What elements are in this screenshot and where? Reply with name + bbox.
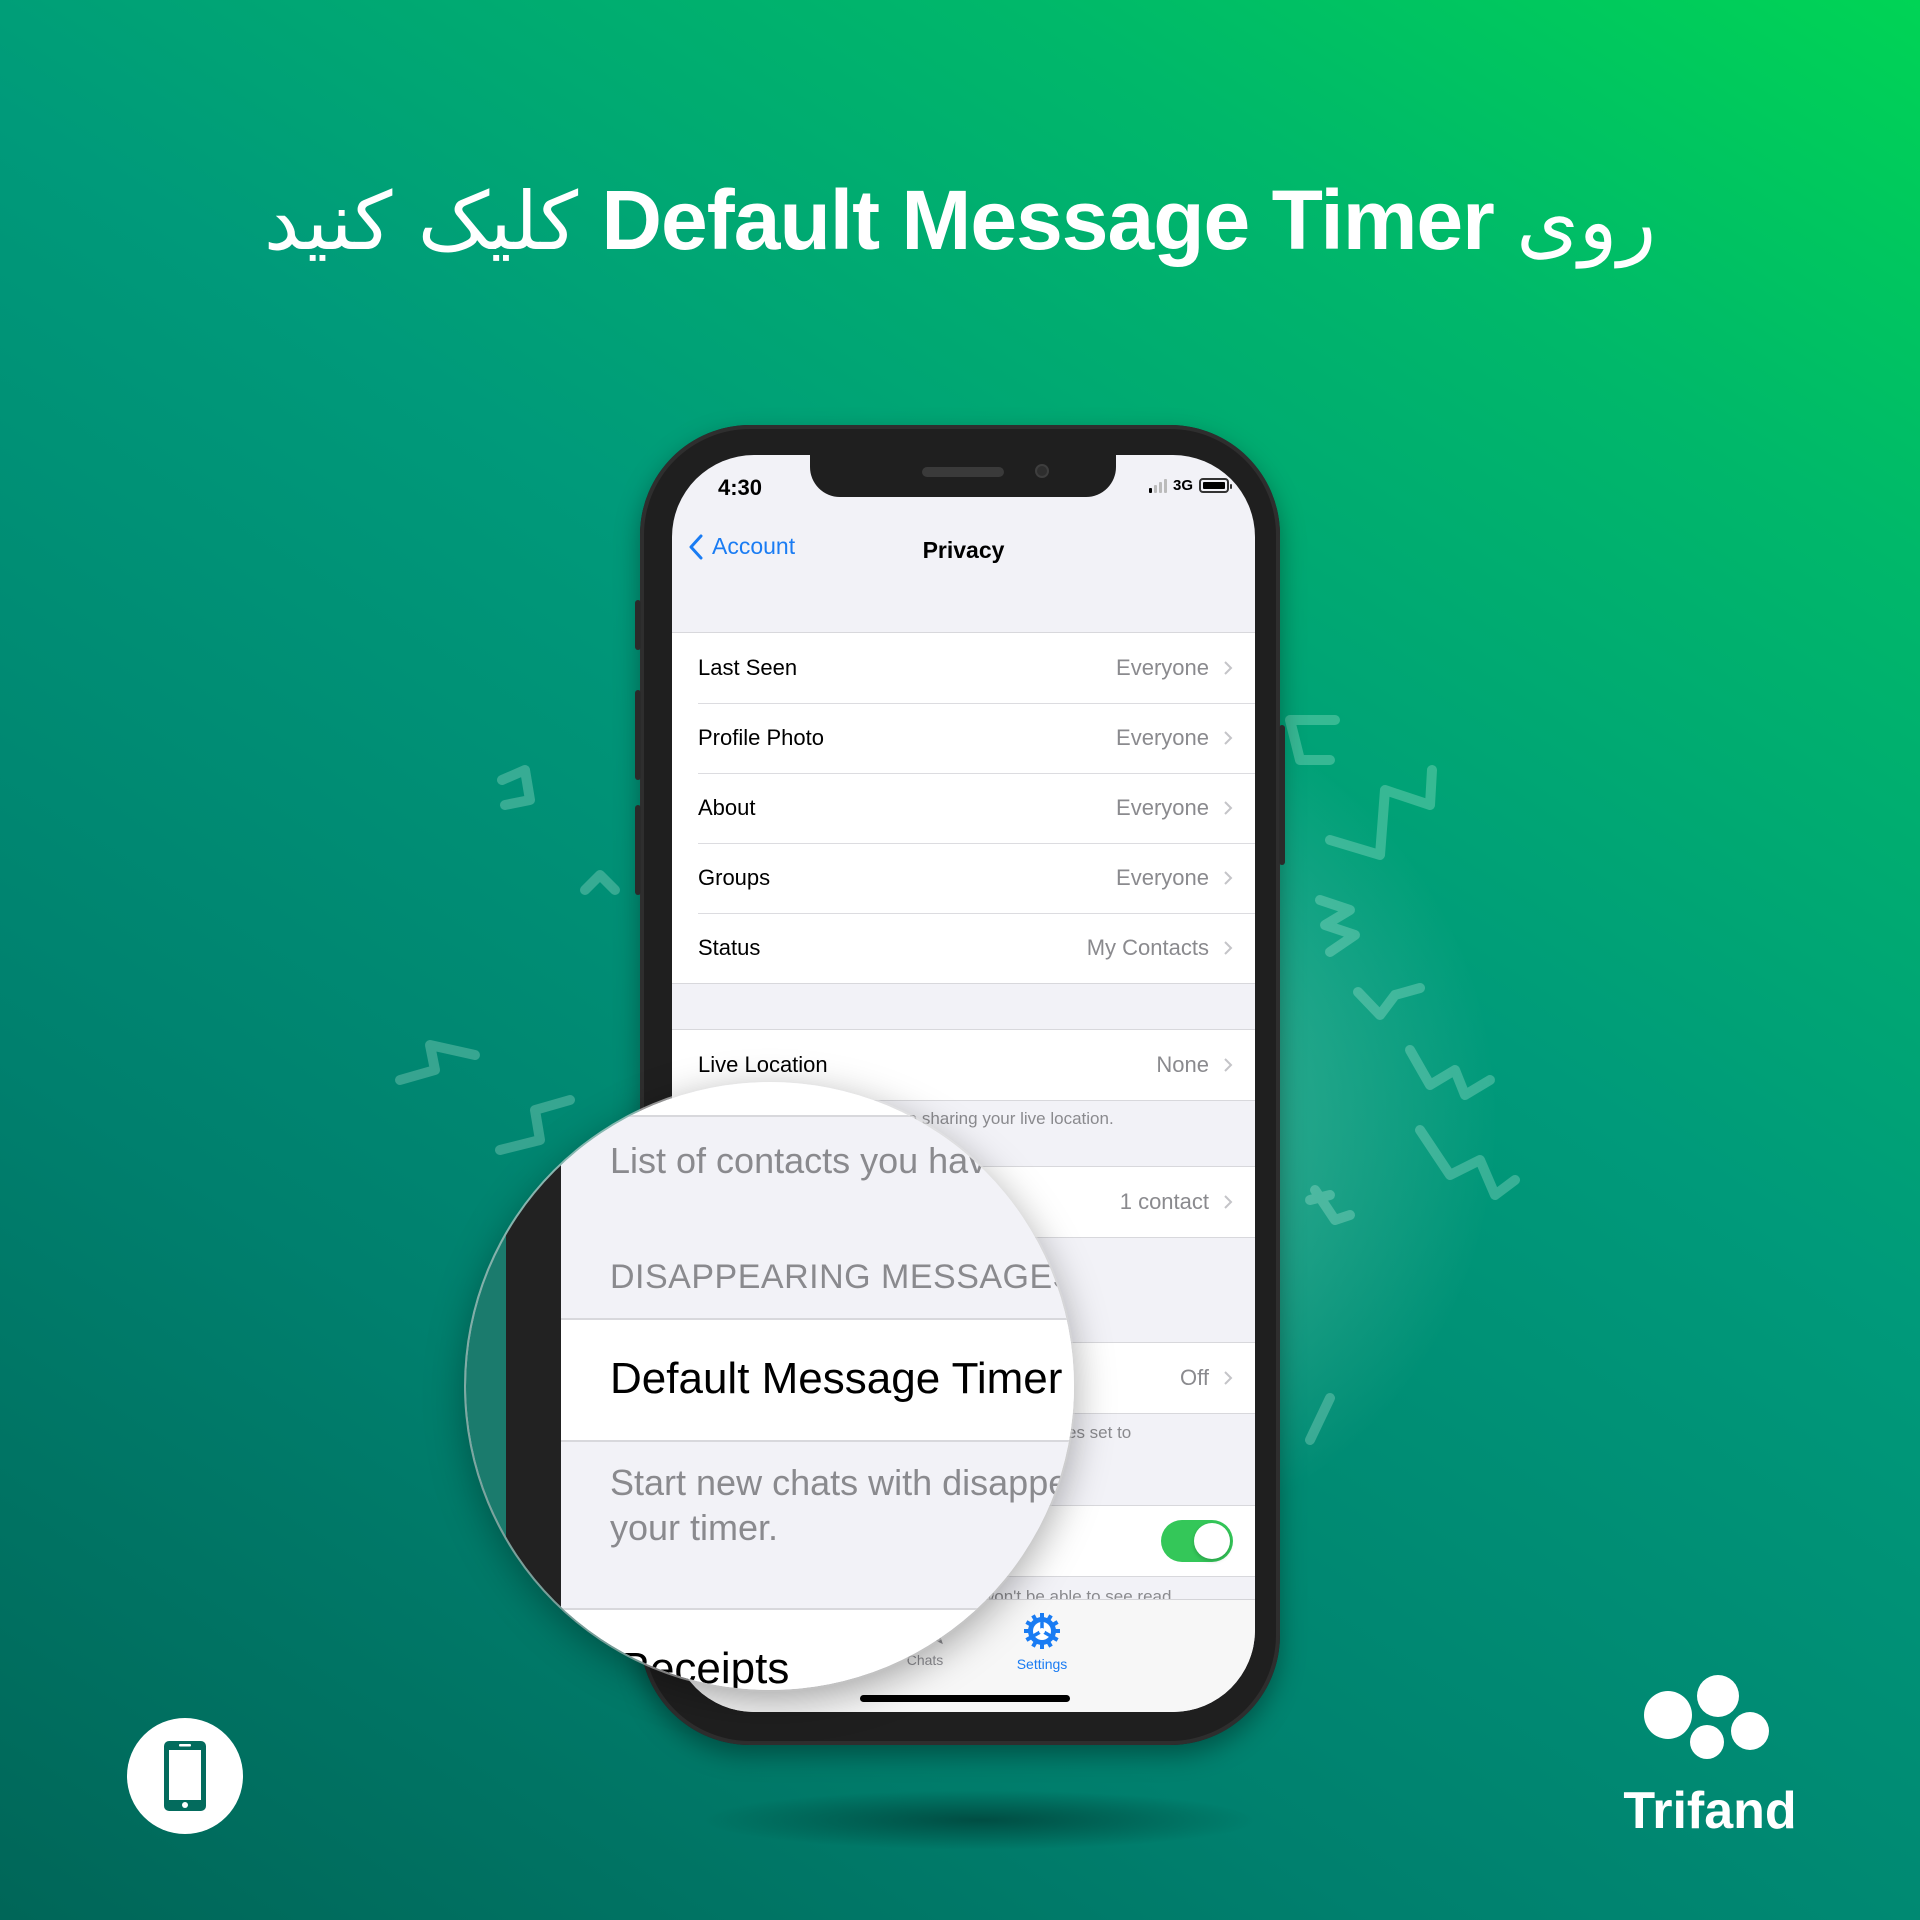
network-type: 3G	[1172, 477, 1193, 494]
row-value: Everyone	[1116, 725, 1209, 750]
chevron-right-icon	[1224, 941, 1233, 955]
magnified-default-timer-row[interactable]: Default Message Timer	[561, 1318, 1074, 1442]
chevron-right-icon	[1224, 661, 1233, 675]
status-time: 4:30	[718, 475, 763, 500]
squiggle-decoration	[1325, 765, 1437, 860]
magnified-background	[466, 1082, 506, 1690]
row-about[interactable]: About Everyone	[672, 773, 1255, 843]
home-indicator	[860, 1695, 1070, 1702]
headline-highlight: Default Message Timer	[601, 173, 1494, 267]
row-label: Status	[698, 935, 761, 960]
row-label: Profile Photo	[698, 725, 824, 750]
magnified-timer-footer-line2: your timer.	[610, 1507, 779, 1548]
magnified-section-header: DISAPPEARING MESSAGES	[610, 1258, 1074, 1296]
chevron-right-icon	[1224, 1195, 1233, 1209]
row-value: None	[1156, 1052, 1209, 1077]
battery-icon	[1199, 478, 1232, 493]
headline-prefix-fa: روی	[1516, 175, 1657, 268]
squiggle-decoration	[497, 765, 535, 810]
row-label: Live Location	[698, 1052, 828, 1077]
row-label: Last Seen	[698, 655, 798, 680]
row-status[interactable]: Status My Contacts	[672, 913, 1255, 983]
power-button	[1279, 725, 1285, 865]
magnifier-callout: List of contacts you hav DISAPPEARING ME…	[466, 1082, 1074, 1690]
magnified-timer-footer-line1: Start new chats with disappe	[610, 1462, 1069, 1503]
chevron-right-icon	[1224, 1371, 1233, 1385]
speaker-grille	[922, 467, 1004, 477]
phone-notch	[810, 455, 1116, 497]
privacy-visibility-group: Last Seen Everyone Profile Photo Everyon…	[672, 632, 1255, 984]
squiggle-decoration	[1405, 1045, 1495, 1100]
row-label: Groups	[698, 865, 771, 890]
squiggle-decoration	[1353, 983, 1425, 1020]
magnified-blocked-footer: List of contacts you hav	[610, 1140, 987, 1181]
squiggle-decoration	[1285, 715, 1340, 765]
squiggle-decoration	[580, 870, 620, 895]
brand-logo: Trifand	[1620, 1675, 1800, 1841]
smartphone-badge	[127, 1718, 243, 1834]
squiggle-decoration	[1305, 1185, 1355, 1225]
row-label: About	[698, 795, 756, 820]
signal-icon	[1148, 478, 1167, 493]
magnified-read-receipts-label: ed Receipts	[557, 1644, 790, 1690]
row-value: Everyone	[1116, 795, 1209, 820]
front-camera	[1035, 464, 1049, 478]
side-button	[635, 600, 641, 650]
page-title: Privacy	[922, 537, 1005, 563]
chevron-right-icon	[1224, 1058, 1233, 1072]
chevron-right-icon	[1224, 731, 1233, 745]
chevron-right-icon	[1224, 801, 1233, 815]
row-groups[interactable]: Groups Everyone	[672, 843, 1255, 913]
smartphone-icon	[164, 1741, 206, 1811]
nav-bar: Account Privacy	[672, 533, 1255, 573]
squiggle-decoration	[1415, 1125, 1520, 1200]
magnified-live-location-row	[561, 1082, 1074, 1117]
row-profile-photo[interactable]: Profile Photo Everyone	[672, 703, 1255, 773]
squiggle-decoration	[1315, 895, 1360, 957]
chevron-right-icon	[1224, 871, 1233, 885]
toggle-knob	[1194, 1523, 1230, 1559]
magnified-default-timer-label[interactable]: Default Message Timer	[610, 1354, 1062, 1404]
magnified-phone-edge	[506, 1082, 561, 1690]
default-timer-footer: es set to	[1067, 1423, 1132, 1442]
row-value: Off	[1180, 1365, 1209, 1390]
row-value: Everyone	[1116, 655, 1209, 680]
phone-shadow	[700, 1790, 1260, 1850]
row-last-seen[interactable]: Last Seen Everyone	[672, 633, 1255, 703]
logo-dots-icon	[1620, 1675, 1800, 1765]
read-receipts-toggle[interactable]	[1161, 1520, 1233, 1562]
row-value: My Contacts	[1086, 935, 1209, 960]
headline: کلیک کنید Default Message Timer روی	[0, 172, 1920, 269]
headline-suffix-fa: کلیک کنید	[263, 175, 579, 268]
row-value: 1 contact	[1119, 1189, 1209, 1214]
status-indicators: 3G	[1148, 477, 1232, 494]
volume-up-button	[635, 690, 641, 780]
row-value: Everyone	[1116, 865, 1209, 890]
magnified-read-receipts-row: ed Receipts	[557, 1608, 1074, 1690]
brand-name: Trifand	[1623, 1782, 1797, 1840]
squiggle-decoration	[1305, 1393, 1335, 1445]
volume-down-button	[635, 805, 641, 895]
